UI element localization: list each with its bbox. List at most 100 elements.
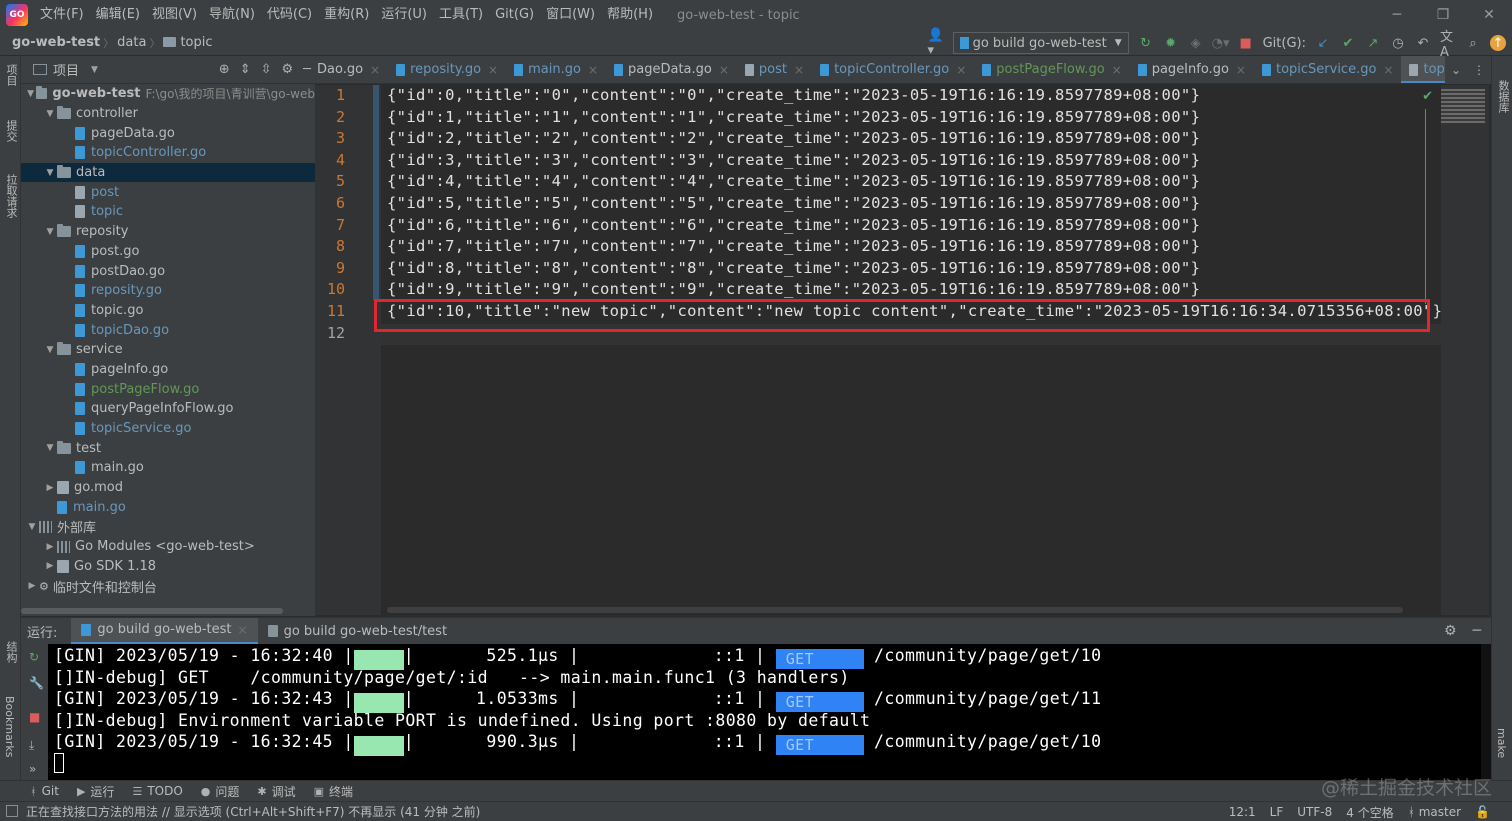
close-icon[interactable]: × [1236, 63, 1246, 77]
status-message[interactable]: 正在查找接口方法的用法 // 显示选项 (Ctrl+Alt+Shift+F7) … [26, 803, 480, 820]
collapse-all-icon[interactable]: ⇳ [261, 62, 272, 77]
console-output[interactable]: [GIN] 2023/05/19 - 16:32:40 | 200 | 525.1µ… [48, 644, 1491, 780]
scroll-to-end-icon[interactable]: ⤓ [29, 738, 34, 753]
tool-window-bookmarks[interactable]: Bookmarks [3, 696, 16, 757]
menu-item[interactable]: 导航(N) [203, 0, 261, 30]
file-encoding[interactable]: UTF-8 [1297, 805, 1332, 819]
locate-icon[interactable]: ⊕ [219, 62, 230, 77]
close-icon[interactable]: × [794, 63, 804, 77]
editor-tab[interactable]: postPageFlow.go × [974, 56, 1129, 83]
tree-item[interactable]: queryPageInfoFlow.go [21, 399, 315, 419]
code-editor[interactable]: 1 2 3 4 5 6 7 8 9 10 11 12 {"id":0,"title":"0","con… [315, 85, 1491, 615]
breadcrumb-data[interactable]: data [114, 35, 149, 50]
editor-tab[interactable]: reposity.go × [388, 56, 506, 83]
breadcrumb-project[interactable]: go-web-test [0, 35, 103, 50]
tool-windows-icon[interactable] [6, 805, 18, 817]
menu-item[interactable]: 帮助(H) [601, 0, 659, 30]
gear-icon[interactable]: ⚙ [1444, 623, 1457, 639]
close-icon[interactable]: × [719, 63, 729, 77]
close-icon[interactable]: × [956, 63, 966, 77]
editor-tab[interactable]: topicService.go × [1254, 56, 1402, 83]
tool-window-make[interactable]: make [1495, 728, 1508, 758]
git-branch[interactable]: ᚼ master [1408, 805, 1461, 819]
breadcrumb-topic[interactable]: topic [160, 35, 215, 50]
chevron-down-icon[interactable]: ▼ [43, 168, 57, 178]
update-icon[interactable]: ↑ [1490, 35, 1506, 51]
editor-tab[interactable]: Dao.go × [315, 56, 388, 83]
tree-item[interactable]: ▼ reposity [21, 222, 315, 242]
expand-all-icon[interactable]: ⇕ [240, 62, 251, 77]
minimize-icon[interactable]: ─ [1374, 0, 1420, 30]
chevron-right-icon[interactable]: ▶ [43, 561, 57, 571]
menu-item[interactable]: 运行(U) [375, 0, 433, 30]
chevron-down-icon[interactable]: ▼ [25, 522, 39, 532]
bottom-tool-3[interactable]: ● 问题 [201, 783, 240, 800]
wrench-icon[interactable]: 🔧 [29, 676, 44, 690]
caret-position[interactable]: 12:1 [1229, 805, 1256, 819]
stop-icon[interactable]: ■ [29, 710, 40, 724]
bottom-tool-0[interactable]: ᚼ Git [30, 784, 59, 798]
editor-minimap-scrollbar[interactable] [1441, 85, 1489, 615]
tree-item[interactable]: ▶ Go SDK 1.18 [21, 557, 315, 577]
tree-item[interactable]: topicController.go [21, 143, 315, 163]
rerun-icon[interactable]: ↻ [1138, 35, 1154, 51]
search-icon[interactable]: ⌕ [1465, 35, 1481, 51]
editor-tab[interactable]: pageInfo.go × [1130, 56, 1254, 83]
close-icon[interactable]: ✕ [1466, 0, 1512, 30]
chevron-down-icon[interactable]: ▼ [43, 443, 57, 453]
tree-item[interactable]: ▼ 外部库 [21, 517, 315, 537]
hide-icon[interactable]: ─ [303, 62, 311, 77]
tree-item[interactable]: ▶ Go Modules <go-web-test> [21, 537, 315, 557]
stop-icon[interactable]: ■ [1238, 35, 1254, 51]
chevron-down-icon[interactable]: ▼ [25, 89, 36, 99]
tree-item[interactable]: postDao.go [21, 261, 315, 281]
tree-item[interactable]: ▼ controller [21, 104, 315, 124]
tree-item[interactable]: reposity.go [21, 281, 315, 301]
profile-icon[interactable]: ◔▾ [1212, 35, 1230, 51]
close-icon[interactable]: × [370, 63, 380, 77]
close-icon[interactable]: × [588, 63, 598, 77]
indent-setting[interactable]: 4 个空格 [1346, 804, 1393, 821]
line-separator[interactable]: LF [1270, 805, 1284, 819]
tree-item[interactable]: main.go [21, 497, 315, 517]
translate-icon[interactable]: 文A [1440, 30, 1456, 60]
tool-window-structure[interactable]: 结构 [3, 641, 19, 663]
menu-item[interactable]: 重构(R) [318, 0, 375, 30]
chevron-down-icon[interactable]: ▼ [43, 227, 57, 237]
tool-window-pull-requests[interactable]: 拉取请求 [3, 174, 19, 218]
chevron-down-icon[interactable]: ▼ [43, 345, 57, 355]
editor-tab[interactable]: topicController.go × [812, 56, 974, 83]
tool-window-commit[interactable]: 提交 [3, 120, 19, 142]
coverage-icon[interactable]: ◈ [1188, 35, 1204, 51]
tree-item[interactable]: topicService.go [21, 419, 315, 439]
chevron-down-icon[interactable]: ⌄ [1451, 63, 1461, 77]
menu-item[interactable]: Git(G) [489, 0, 540, 30]
tree-item[interactable]: pageInfo.go [21, 360, 315, 380]
tree-root[interactable]: ▼ go-web-test F:\go\我的项目\青训营\go-web [21, 84, 315, 104]
tree-item[interactable]: ▼ test [21, 438, 315, 458]
tree-item[interactable]: post.go [21, 242, 315, 262]
goland-logo-icon[interactable]: GO [6, 4, 28, 26]
gear-icon[interactable]: ⚙ [282, 62, 294, 77]
run-tab-go-build[interactable]: go build go-web-test × [71, 617, 258, 645]
close-icon[interactable]: × [238, 623, 248, 637]
tree-item[interactable]: topicDao.go [21, 320, 315, 340]
tree-item[interactable]: topic [21, 202, 315, 222]
menu-item[interactable]: 窗口(W) [540, 0, 601, 30]
tree-item[interactable]: topic.go [21, 301, 315, 321]
editor-tab[interactable]: post × [737, 56, 812, 83]
chevron-right-icon[interactable]: ▶ [43, 542, 57, 552]
git-push-icon[interactable]: ↗ [1365, 35, 1381, 51]
bottom-tool-1[interactable]: ▶ 运行 [77, 783, 114, 800]
tree-item[interactable]: ▶ ⚙ 临时文件和控制台 [21, 576, 315, 596]
menu-item[interactable]: 文件(F) [34, 0, 90, 30]
git-commit-icon[interactable]: ✔ [1340, 35, 1356, 51]
bottom-tool-2[interactable]: ☰ TODO [132, 784, 182, 798]
tree-item[interactable]: main.go [21, 458, 315, 478]
menu-item[interactable]: 视图(V) [146, 0, 203, 30]
hide-icon[interactable]: ─ [1473, 623, 1481, 639]
run-tab-go-build-test[interactable]: go build go-web-test/test [258, 618, 457, 645]
tree-item[interactable]: ▼ service [21, 340, 315, 360]
tool-window-database[interactable]: 数据库 [1495, 80, 1511, 113]
close-icon[interactable]: × [1383, 63, 1393, 77]
